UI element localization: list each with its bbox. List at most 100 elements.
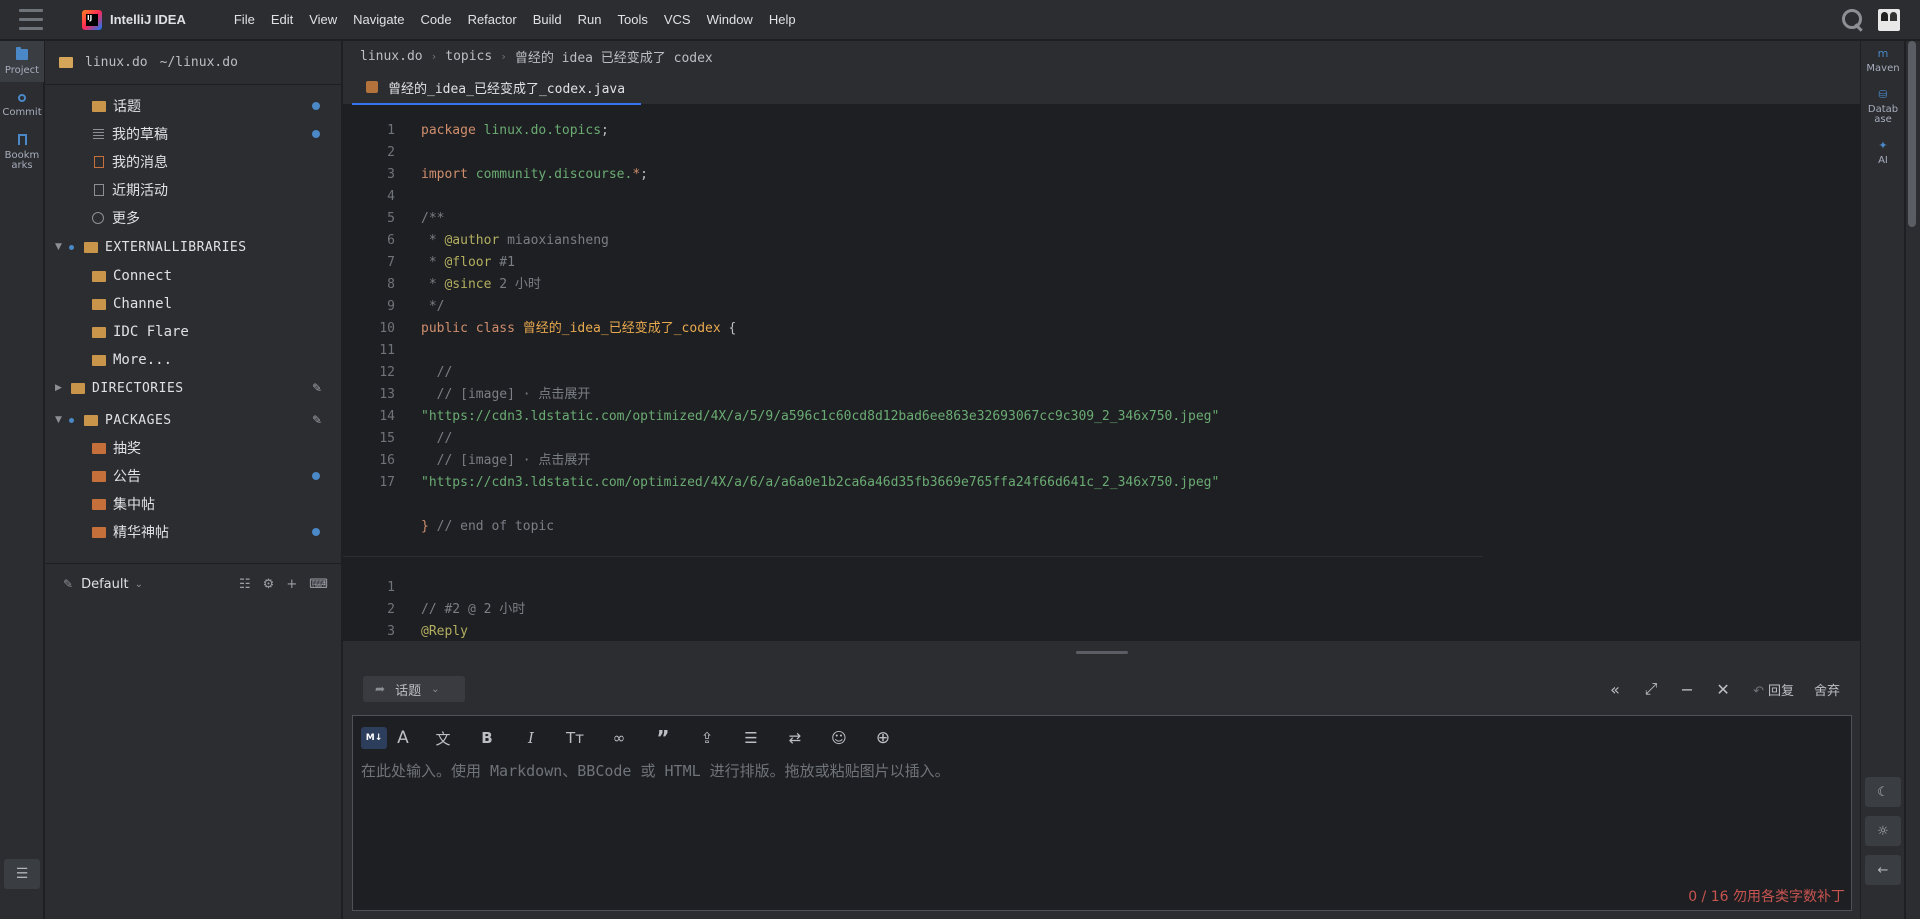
tool-project-button[interactable]: Project <box>0 41 44 82</box>
tree-section-external[interactable]: ▼ EXTERNALLIBRARIES <box>45 234 342 260</box>
collapse-left-icon[interactable]: « <box>1597 680 1633 699</box>
font-icon[interactable]: A <box>391 724 415 752</box>
folder-icon <box>92 298 106 310</box>
minimize-icon[interactable]: − <box>1669 680 1705 699</box>
tree-item-connect[interactable]: Connect <box>45 263 342 289</box>
line-number: 10 <box>379 321 395 336</box>
upload-icon[interactable]: ⇪ <box>685 724 729 752</box>
scrollbar-thumb[interactable] <box>1908 41 1916 227</box>
tool-maven-button[interactable]: m Maven <box>1861 41 1905 82</box>
plus-icon[interactable]: + <box>286 577 297 592</box>
app-name: IntelliJ IDEA <box>110 12 186 27</box>
tree-item-lottery[interactable]: 抽奖 <box>45 435 342 461</box>
back-button[interactable]: ← <box>1865 855 1901 885</box>
tree-item-featured[interactable]: 精华神帖 <box>45 519 342 545</box>
edit-pencil-icon[interactable]: ✎ <box>312 413 322 427</box>
tree-item-idc-flare[interactable]: IDC Flare <box>45 319 342 345</box>
composer-editor[interactable]: M↓ A 文 B I Tт ∞ ” ⇪ ☰ ⇄ ☺ ⊕ 在此处输入。使用 Mar… <box>352 715 1852 911</box>
heading-icon[interactable]: Tт <box>553 724 597 752</box>
keyboard-icon[interactable]: ⌨ <box>309 577 328 592</box>
tree-item-label: 精华神帖 <box>113 525 169 541</box>
line-number: 11 <box>379 343 395 358</box>
markdown-mode-button[interactable]: M↓ <box>361 727 387 749</box>
light-mode-button[interactable]: ☼ <box>1865 816 1901 846</box>
tab-current-file[interactable]: 曾经的_idea_已经变成了_codex.java <box>352 71 642 105</box>
swap-icon[interactable]: ⇄ <box>773 724 817 752</box>
close-icon[interactable]: ✕ <box>1705 680 1741 699</box>
tree-item-topics[interactable]: 话题 <box>45 93 342 119</box>
menu-code[interactable]: Code <box>412 0 459 40</box>
main-menu-button[interactable] <box>0 0 62 40</box>
breadcrumb-root[interactable]: linux.do <box>360 49 423 64</box>
tree-item-drafts[interactable]: 我的草稿 <box>45 121 342 147</box>
project-header[interactable]: linux.do ~/linux.do <box>45 41 341 85</box>
code-line: // <box>421 431 453 446</box>
menu-run[interactable]: Run <box>570 0 610 40</box>
menu-vcs[interactable]: VCS <box>656 0 699 40</box>
folder-icon <box>92 100 106 112</box>
divider <box>45 563 342 564</box>
tree-item-label: 我的草稿 <box>112 127 168 143</box>
avatar[interactable] <box>1878 9 1900 31</box>
dark-mode-button[interactable]: ☾ <box>1865 777 1901 807</box>
menu-refactor[interactable]: Refactor <box>460 0 525 40</box>
unread-dot <box>312 102 320 110</box>
javadoc-value: 2 小时 <box>499 277 541 292</box>
bold-icon[interactable]: B <box>465 724 509 752</box>
link-icon[interactable]: ∞ <box>597 724 641 752</box>
menu-tools[interactable]: Tools <box>609 0 655 40</box>
menu-help[interactable]: Help <box>761 0 804 40</box>
code-line: // #2 @ 2 小时 <box>421 602 526 617</box>
quote-icon[interactable]: ” <box>641 724 685 752</box>
tree-item-more[interactable]: 更多 <box>45 205 342 231</box>
menu-file[interactable]: File <box>226 0 263 40</box>
code-editor[interactable]: 1 package linux.do.topics; 2 3 import co… <box>343 106 1860 640</box>
sliders-icon[interactable]: ☷ <box>239 577 251 592</box>
collapse-panel-button[interactable]: ☰ <box>4 859 40 889</box>
tool-commit-label: Commit <box>2 107 42 118</box>
menu-navigate[interactable]: Navigate <box>345 0 412 40</box>
comment: // end of topic <box>436 519 555 534</box>
category-label: 话题 <box>395 683 422 699</box>
add-circle-icon[interactable]: ⊕ <box>861 724 905 752</box>
menu-build[interactable]: Build <box>525 0 570 40</box>
category-select[interactable]: ➦ 话题 ⌄ <box>363 676 465 702</box>
edit-pencil-icon[interactable]: ✎ <box>312 381 322 395</box>
discard-button[interactable]: 舍弃 <box>1814 680 1840 699</box>
translate-icon[interactable]: 文 <box>421 724 465 752</box>
menu-view[interactable]: View <box>301 0 345 40</box>
breadcrumb-current[interactable]: 曾经的 idea 已经变成了 codex <box>515 47 713 66</box>
tree-item-more-libs[interactable]: More... <box>45 347 342 373</box>
tool-ai-label: AI <box>1878 155 1888 166</box>
line-number: 15 <box>379 431 395 446</box>
tree-item-label: 更多 <box>112 211 140 227</box>
tree-item-channel[interactable]: Channel <box>45 291 342 317</box>
scheme-selector[interactable]: ✎ Default ⌄ ☷ ⚙ + ⌨ <box>45 569 342 599</box>
expand-icon[interactable]: ⤢ <box>1633 679 1669 699</box>
emoji-icon[interactable]: ☺ <box>817 724 861 752</box>
tool-ai-button[interactable]: ✦ AI <box>1861 133 1905 174</box>
tool-database-button[interactable]: ⛁ Database <box>1861 82 1905 133</box>
vertical-scrollbar[interactable] <box>1906 41 1920 919</box>
italic-icon[interactable]: I <box>509 724 553 752</box>
code-line: */ <box>421 299 445 314</box>
tree-item-activity[interactable]: 近期活动 <box>45 177 342 203</box>
line-number: 14 <box>379 409 395 424</box>
breadcrumb-topics[interactable]: topics <box>445 49 492 64</box>
tree-section-directories[interactable]: ▶ DIRECTORIES ✎ <box>45 375 342 401</box>
menu-edit[interactable]: Edit <box>263 0 301 40</box>
tool-commit-button[interactable]: Commit <box>0 82 44 124</box>
resize-grip[interactable] <box>1076 651 1128 654</box>
tree-section-packages[interactable]: ▼ PACKAGES ✎ <box>45 407 342 433</box>
gear-icon[interactable]: ⚙ <box>263 577 275 592</box>
tool-bookmarks-button[interactable]: Bookmarks <box>0 124 44 177</box>
bullet-list-icon[interactable]: ☰ <box>729 724 773 752</box>
search-icon[interactable] <box>1842 9 1864 31</box>
code-line: public class 曾经的_idea_已经变成了_codex { <box>421 321 737 336</box>
reply-button[interactable]: ↶ 回复 <box>1753 680 1794 699</box>
tree-item-collections[interactable]: 集中帖 <box>45 491 342 517</box>
menu-window[interactable]: Window <box>699 0 761 40</box>
tree-item-announcements[interactable]: 公告 <box>45 463 342 489</box>
folder-icon <box>92 526 106 538</box>
tree-item-messages[interactable]: 我的消息 <box>45 149 342 175</box>
